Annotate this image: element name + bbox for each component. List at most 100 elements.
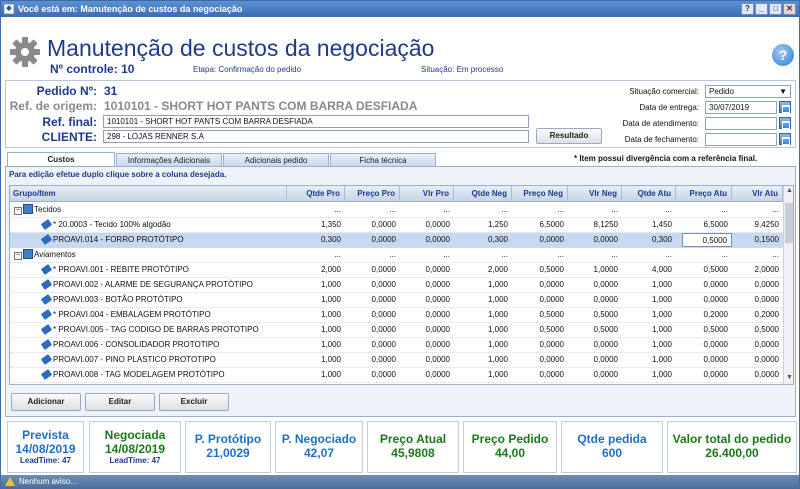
grid-cell[interactable]: ... xyxy=(400,203,454,217)
grid-cell[interactable]: 1,000 xyxy=(454,338,512,352)
grid-cell[interactable]: ... xyxy=(622,248,676,262)
grid-cell[interactable]: 0,0000 xyxy=(345,293,400,307)
grid-cell[interactable]: 1,000 xyxy=(287,338,345,352)
grid-cell[interactable]: ... xyxy=(676,248,732,262)
grid-cell[interactable]: 1,000 xyxy=(622,278,676,292)
collapse-toggle-icon[interactable]: − xyxy=(14,207,22,215)
grid-cell[interactable]: 0,2000 xyxy=(676,308,732,322)
grid-cell[interactable]: 2,0000 xyxy=(732,263,783,277)
grid-cell[interactable]: 0,0000 xyxy=(400,323,454,337)
edit-button[interactable]: Editar xyxy=(85,393,155,411)
grid-cell[interactable]: 0,0000 xyxy=(345,233,400,247)
calendar-icon[interactable] xyxy=(779,133,791,145)
grid-cell[interactable]: 0,0000 xyxy=(400,368,454,382)
group-row[interactable]: − Aviamentos........................... xyxy=(10,248,783,263)
grid-cell[interactable]: 1,000 xyxy=(287,353,345,367)
grid-cell[interactable]: 0,0000 xyxy=(345,353,400,367)
grid-cell[interactable]: 1,000 xyxy=(454,353,512,367)
grid-cell[interactable]: 1,000 xyxy=(287,323,345,337)
grid-cell[interactable]: 0,0000 xyxy=(676,368,732,382)
grid-cell[interactable]: 0,0000 xyxy=(732,278,783,292)
grid-cell[interactable]: 2,000 xyxy=(287,263,345,277)
minimize-button[interactable]: _ xyxy=(755,3,768,15)
column-header[interactable]: Vlr Atu xyxy=(732,186,783,202)
grid-cell[interactable]: 0,0000 xyxy=(512,293,568,307)
calendar-icon[interactable] xyxy=(779,101,791,113)
grid-cell[interactable]: 8,1250 xyxy=(568,218,622,232)
grid-cell[interactable]: 0,0000 xyxy=(512,368,568,382)
table-row[interactable]: PROAVI.007 - PINO PLASTICO PROTOTIPO 1,00… xyxy=(10,353,783,368)
grid-cell[interactable]: ... xyxy=(732,203,783,217)
grid-cell[interactable]: 0,0000 xyxy=(400,308,454,322)
grid-cell[interactable]: 1,000 xyxy=(454,323,512,337)
grid-cell[interactable]: 9,4250 xyxy=(732,218,783,232)
grid-cell[interactable]: 0,0000 xyxy=(345,368,400,382)
grid-cell[interactable]: 0,0000 xyxy=(400,293,454,307)
grid-cell[interactable]: 0,5000 xyxy=(682,233,732,247)
grid-cell[interactable]: 1,000 xyxy=(622,353,676,367)
grid-cell[interactable]: 0,0000 xyxy=(568,353,622,367)
grid-cell[interactable]: 6,5000 xyxy=(676,218,732,232)
table-row[interactable]: PROAVI.006 - CONSOLIDADOR PROTOTIPO 1,000… xyxy=(10,338,783,353)
grid-cell[interactable]: 0,5000 xyxy=(676,263,732,277)
grid-cell[interactable]: 1,0000 xyxy=(568,263,622,277)
tab-ficha-tecnica[interactable]: Ficha técnica xyxy=(330,153,436,167)
table-row[interactable]: PROAVI.014 - FORRO PROTÓTIPO 0,300 0,0000 0… xyxy=(10,233,783,248)
close-button[interactable]: ✕ xyxy=(783,3,796,15)
grid-cell[interactable]: 1,000 xyxy=(622,338,676,352)
grid-cell[interactable]: ... xyxy=(287,203,345,217)
column-header[interactable]: Vlr Neg xyxy=(568,186,622,202)
grid-cell[interactable]: ... xyxy=(454,248,512,262)
table-row[interactable]: PROAVI.002 - ALARME DE SEGURANÇA PROTÓTI… xyxy=(10,278,783,293)
grid-cell[interactable]: 2,000 xyxy=(454,263,512,277)
grid-cell[interactable]: 6,5000 xyxy=(512,218,568,232)
table-row[interactable]: * PROAVI.005 - TAG CODIGO DE BARRAS PROT… xyxy=(10,323,783,338)
grid-cell[interactable]: 0,0000 xyxy=(568,338,622,352)
table-row[interactable]: PROAVI.008 - TAG MODELAGEM PROTÓTIPO 1,00… xyxy=(10,368,783,383)
grid-cell[interactable]: 0,0000 xyxy=(400,338,454,352)
grid-cell[interactable]: 1,000 xyxy=(287,368,345,382)
data-entrega-field[interactable]: 30/07/2019 xyxy=(705,101,777,114)
grid-cell[interactable]: ... xyxy=(568,248,622,262)
grid-cell[interactable]: ... xyxy=(400,248,454,262)
column-header[interactable]: Preço Neg xyxy=(512,186,568,202)
grid-cell[interactable]: 0,0000 xyxy=(568,293,622,307)
grid-cell[interactable]: ... xyxy=(454,203,512,217)
grid-cell[interactable]: 0,0000 xyxy=(345,308,400,322)
maximize-button[interactable]: □ xyxy=(769,3,782,15)
table-row[interactable]: * PROAVI.001 - REBITE PROTÓTIPO 2,000 0,00… xyxy=(10,263,783,278)
grid-cell[interactable]: ... xyxy=(345,248,400,262)
data-atendimento-field[interactable] xyxy=(705,117,777,130)
grid-cell[interactable]: 1,000 xyxy=(622,308,676,322)
grid-cell[interactable]: 0,0000 xyxy=(400,278,454,292)
grid-cell[interactable]: 1,000 xyxy=(454,278,512,292)
grid-cell[interactable]: 0,0000 xyxy=(345,278,400,292)
help-window-button[interactable]: ? xyxy=(741,3,754,15)
ref-final-field[interactable]: 1010101 - SHORT HOT PANTS COM BARRA DESF… xyxy=(103,115,529,128)
column-header[interactable]: Vlr Pro xyxy=(400,186,454,202)
grid-cell[interactable]: 0,0000 xyxy=(568,368,622,382)
table-row[interactable]: PROAVI.003 - BOTÃO PROTÓTIPO 1,000 0,0000 0… xyxy=(10,293,783,308)
grid-cell[interactable]: 1,000 xyxy=(454,368,512,382)
grid-cell[interactable]: 0,2000 xyxy=(732,308,783,322)
delete-button[interactable]: Excluir xyxy=(159,393,229,411)
grid-cell[interactable]: 0,0000 xyxy=(512,338,568,352)
table-row[interactable]: * 20.0003 - Tecido 100% algodão 1,350 0,00… xyxy=(10,218,783,233)
grid-cell[interactable]: 0,0000 xyxy=(676,338,732,352)
grid-cell[interactable]: 0,5000 xyxy=(512,323,568,337)
column-header[interactable]: Qtde Pro xyxy=(287,186,345,202)
grid-cell[interactable]: 1,000 xyxy=(622,323,676,337)
grid-cell[interactable]: 1,350 xyxy=(287,218,345,232)
grid-cell[interactable]: 0,0000 xyxy=(345,323,400,337)
add-button[interactable]: Adicionar xyxy=(11,393,81,411)
grid-cell[interactable]: ... xyxy=(568,203,622,217)
grid-cell[interactable]: 0,0000 xyxy=(400,263,454,277)
column-header[interactable]: Qtde Neg xyxy=(454,186,512,202)
grid-cell[interactable]: ... xyxy=(622,203,676,217)
grid-cell[interactable]: 0,5000 xyxy=(568,323,622,337)
grid-cell[interactable]: 0,0000 xyxy=(400,353,454,367)
grid-cell[interactable]: 0,0000 xyxy=(512,353,568,367)
grid-cell[interactable]: 0,300 xyxy=(622,233,676,247)
scroll-up-icon[interactable]: ▲ xyxy=(785,187,793,195)
grid-cell[interactable]: 0,0000 xyxy=(676,293,732,307)
